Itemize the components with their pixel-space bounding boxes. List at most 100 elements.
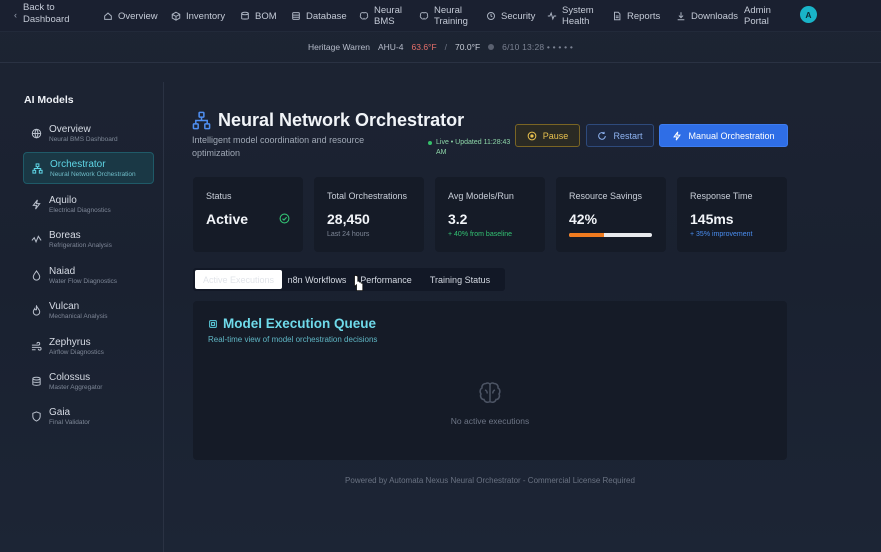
- header-divider: [0, 62, 881, 63]
- stat-label: Status: [206, 191, 232, 201]
- site-name: Heritage Warren: [307, 42, 370, 52]
- nav-label: Security: [501, 10, 536, 22]
- shield-icon: [486, 11, 496, 21]
- tab-active-executions[interactable]: Active Executions: [195, 270, 282, 289]
- page-subtitle: Intelligent model coordination and resou…: [192, 135, 365, 158]
- sidebar-item-orchestrator[interactable]: Orchestrator Neural Network Orchestration: [23, 152, 154, 184]
- nav-reports[interactable]: Reports: [612, 0, 660, 32]
- sidebar-item-vulcan[interactable]: Vulcan Mechanical Analysis: [23, 294, 154, 326]
- nav-neural-bms[interactable]: Neural BMS: [359, 0, 408, 32]
- nav-label: Database: [306, 10, 347, 22]
- savings-progress-bar: [569, 233, 652, 237]
- stat-note: + 35% improvement: [690, 231, 753, 238]
- nav-overview[interactable]: Overview: [103, 0, 158, 32]
- nav-label: Neural BMS: [374, 5, 402, 27]
- mouse-pointer-icon: [354, 275, 364, 291]
- nav-security[interactable]: Security: [486, 0, 535, 32]
- sidebar-item-sub: Mechanical Analysis: [49, 312, 108, 320]
- live-indicator: Live • Updated 11:28:43 AM: [428, 138, 518, 158]
- stat-card-resource-savings: Resource Savings 42%: [556, 177, 666, 252]
- nav-neural-training[interactable]: Neural Training: [419, 0, 474, 32]
- stat-card-response-time: Response Time 145ms + 35% improvement: [677, 177, 787, 252]
- back-to-dashboard-link[interactable]: ‹ Back to Dashboard: [14, 2, 83, 26]
- file-icon: [612, 11, 622, 21]
- layers-icon: [240, 11, 250, 21]
- sidebar-item-label: Gaia: [49, 406, 71, 418]
- box-icon: [171, 11, 181, 21]
- refresh-icon: [598, 131, 607, 140]
- chevron-left-icon: ‹: [14, 10, 17, 20]
- live-dot-icon: [428, 141, 432, 145]
- nav-label: Inventory: [186, 10, 226, 22]
- sidebar-title: AI Models: [24, 94, 74, 106]
- sidebar-item-sub: Refrigeration Analysis: [49, 241, 112, 249]
- tab-bar: Active Executions n8n Workflows Performa…: [193, 268, 505, 291]
- pulse-icon: [23, 234, 49, 245]
- page-title: Neural Network Orchestrator: [218, 110, 465, 130]
- sidebar-item-naiad[interactable]: Naiad Water Flow Diagnostics: [23, 259, 154, 291]
- stat-label: Response Time: [690, 191, 753, 201]
- sidebar-item-overview[interactable]: Overview Neural BMS Dashboard: [23, 117, 154, 149]
- tab-n8n-workflows[interactable]: n8n Workflows: [282, 270, 352, 289]
- savings-progress-fill: [569, 233, 604, 237]
- shield-icon: [23, 410, 49, 422]
- nav-downloads[interactable]: Downloads: [676, 0, 738, 32]
- home-icon: [103, 11, 113, 21]
- database-icon: [23, 376, 49, 387]
- sidebar-item-label: Vulcan: [49, 300, 80, 312]
- empty-state-text: No active executions: [450, 416, 530, 426]
- sidebar-item-gaia[interactable]: Gaia Final Validator: [23, 400, 154, 432]
- sidebar: AI Models Overview Neural BMS Dashboard O…: [0, 82, 164, 552]
- stat-value: 28,450: [327, 211, 370, 227]
- temperature-separator: /: [444, 42, 448, 52]
- brain-icon: [359, 11, 369, 21]
- status-dot-icon: [488, 44, 495, 50]
- sidebar-item-sub: Neural Network Orchestration: [50, 170, 136, 178]
- sidebar-item-label: Overview: [49, 123, 91, 135]
- sidebar-item-zephyrus[interactable]: Zephyrus Airflow Diagnostics: [23, 330, 154, 362]
- sidebar-item-aquilo[interactable]: Aquilo Electrical Diagnostics: [23, 188, 154, 220]
- avatar[interactable]: A: [800, 6, 817, 23]
- manual-orchestration-button[interactable]: Manual Orchestration: [659, 124, 788, 147]
- stat-label: Total Orchestrations: [327, 191, 408, 201]
- sidebar-item-sub: Electrical Diagnostics: [49, 206, 111, 214]
- flame-icon: [23, 304, 49, 316]
- nav-admin-portal[interactable]: Admin Portal: [744, 0, 780, 32]
- brain-icon: [479, 382, 501, 403]
- setpoint-temperature: 70.0°F: [455, 42, 481, 52]
- nav-label: Neural Training: [434, 5, 468, 27]
- stat-note: + 40% from baseline: [448, 231, 513, 238]
- sidebar-item-label: Zephyrus: [49, 336, 91, 348]
- sidebar-item-label: Colossus: [49, 371, 91, 383]
- restart-label: Restart: [613, 130, 643, 141]
- brain-icon: [419, 11, 429, 21]
- stat-card-avg-models: Avg Models/Run 3.2 + 40% from baseline: [435, 177, 545, 252]
- sidebar-item-sub: Airflow Diagnostics: [49, 348, 104, 356]
- sidebar-item-boreas[interactable]: Boreas Refrigeration Analysis: [23, 223, 154, 255]
- stat-value: 3.2: [448, 211, 468, 227]
- sidebar-item-colossus[interactable]: Colossus Master Aggregator: [23, 365, 154, 397]
- tab-training-status[interactable]: Training Status: [420, 270, 500, 289]
- status-strip: Heritage Warren AHU-4 63.6°F / 70.0°F 6/…: [0, 35, 881, 59]
- stat-value: 145ms: [690, 211, 734, 227]
- nav-database[interactable]: Database: [291, 0, 347, 32]
- back-label: Back to Dashboard: [23, 2, 70, 25]
- pause-circle-icon: [527, 131, 537, 140]
- nav-inventory[interactable]: Inventory: [171, 0, 225, 32]
- current-temperature: 63.6°F: [411, 42, 437, 52]
- pause-button[interactable]: Pause: [515, 124, 580, 147]
- nav-label: BOM: [255, 10, 277, 22]
- nav-system-health[interactable]: System Health: [547, 0, 598, 32]
- stat-value: Active: [206, 211, 249, 227]
- globe-icon: [23, 128, 49, 139]
- footer-text: Powered by Automata Nexus Neural Orchest…: [345, 476, 635, 485]
- sidebar-item-label: Aquilo: [49, 194, 77, 206]
- queue-subtitle: Real-time view of model orchestration de…: [208, 335, 378, 344]
- restart-button[interactable]: Restart: [586, 124, 654, 147]
- check-circle-icon: [279, 213, 290, 224]
- bolt-icon: [23, 199, 49, 210]
- nav-label: Overview: [118, 10, 158, 22]
- sidebar-item-sub: Master Aggregator: [49, 383, 103, 391]
- sidebar-item-label: Orchestrator: [50, 158, 106, 170]
- nav-bom[interactable]: BOM: [240, 0, 277, 32]
